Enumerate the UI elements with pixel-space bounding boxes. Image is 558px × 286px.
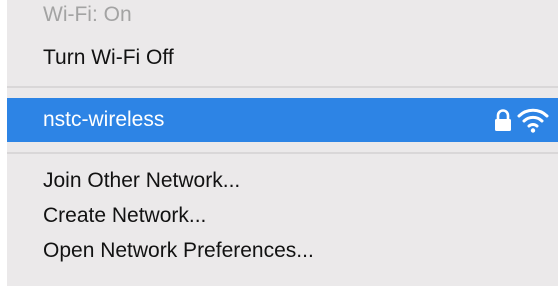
create-network-item[interactable]: Create Network... — [43, 201, 206, 231]
network-item-nstc-wireless[interactable]: nstc-wireless — [7, 98, 558, 142]
separator — [7, 152, 558, 154]
wifi-status-text: Wi-Fi: On — [43, 3, 132, 26]
network-name: nstc-wireless — [43, 108, 165, 131]
turn-wifi-off-item[interactable]: Turn Wi-Fi Off — [43, 43, 174, 73]
wifi-signal-icon — [517, 108, 549, 133]
separator — [7, 86, 558, 88]
wifi-menu: Wi-Fi: On Turn Wi-Fi Off nstc-wireless J… — [7, 0, 558, 286]
open-network-preferences-item[interactable]: Open Network Preferences... — [43, 236, 314, 266]
join-other-network-item[interactable]: Join Other Network... — [43, 166, 240, 196]
lock-icon — [495, 109, 511, 131]
